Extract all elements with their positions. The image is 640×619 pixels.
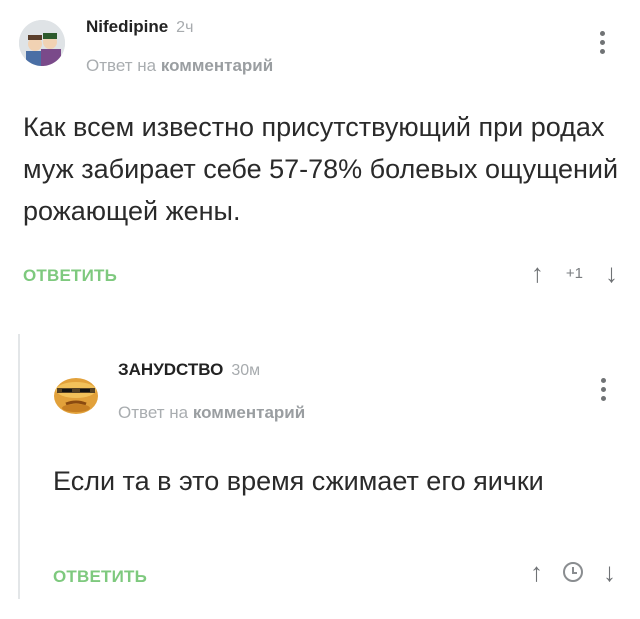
more-options-icon[interactable] [599, 378, 607, 401]
reply-to-line: Ответ на комментарий [86, 56, 273, 76]
reply-button[interactable]: ОТВЕТИТЬ [53, 567, 147, 587]
comment-time: 2ч [176, 19, 194, 36]
vote-controls: ↑ ↓ [530, 557, 616, 587]
author-name[interactable]: Nifedipine [86, 17, 168, 36]
more-options-icon[interactable] [598, 31, 606, 54]
avatar[interactable] [19, 20, 65, 66]
comment-text: Как всем известно присутствующий при род… [23, 112, 619, 226]
reply-button[interactable]: ОТВЕТИТЬ [23, 266, 117, 286]
reply-to-link[interactable]: комментарий [193, 403, 305, 422]
avatar[interactable] [52, 370, 100, 418]
comment-time: 30м [231, 362, 261, 379]
author-name[interactable]: ЗАНУDСТВО [118, 360, 223, 379]
reply-to-prefix: Ответ на [86, 56, 157, 75]
author-line: ЗАНУDСТВО 30м [118, 360, 260, 380]
vote-controls: ↑ +1 ↓ [531, 258, 618, 288]
reply-to-line: Ответ на комментарий [118, 403, 305, 423]
upvote-arrow-icon[interactable]: ↑ [531, 258, 544, 288]
reply-to-link[interactable]: комментарий [161, 56, 273, 75]
downvote-arrow-icon[interactable]: ↓ [603, 557, 616, 587]
comment: Nifedipine 2ч Ответ на комментарий Как вс… [0, 0, 640, 312]
reply-to-prefix: Ответ на [118, 403, 189, 422]
author-line: Nifedipine 2ч [86, 17, 193, 37]
comment-score: +1 [565, 264, 583, 282]
comment-reply: ЗАНУDСТВО 30м Ответ на комментарий Если т… [0, 330, 640, 619]
upvote-arrow-icon[interactable]: ↑ [530, 557, 543, 587]
clock-icon [563, 562, 583, 582]
downvote-arrow-icon[interactable]: ↓ [605, 258, 618, 288]
comment-text: Если та в это время сжимает его яички [53, 466, 544, 496]
